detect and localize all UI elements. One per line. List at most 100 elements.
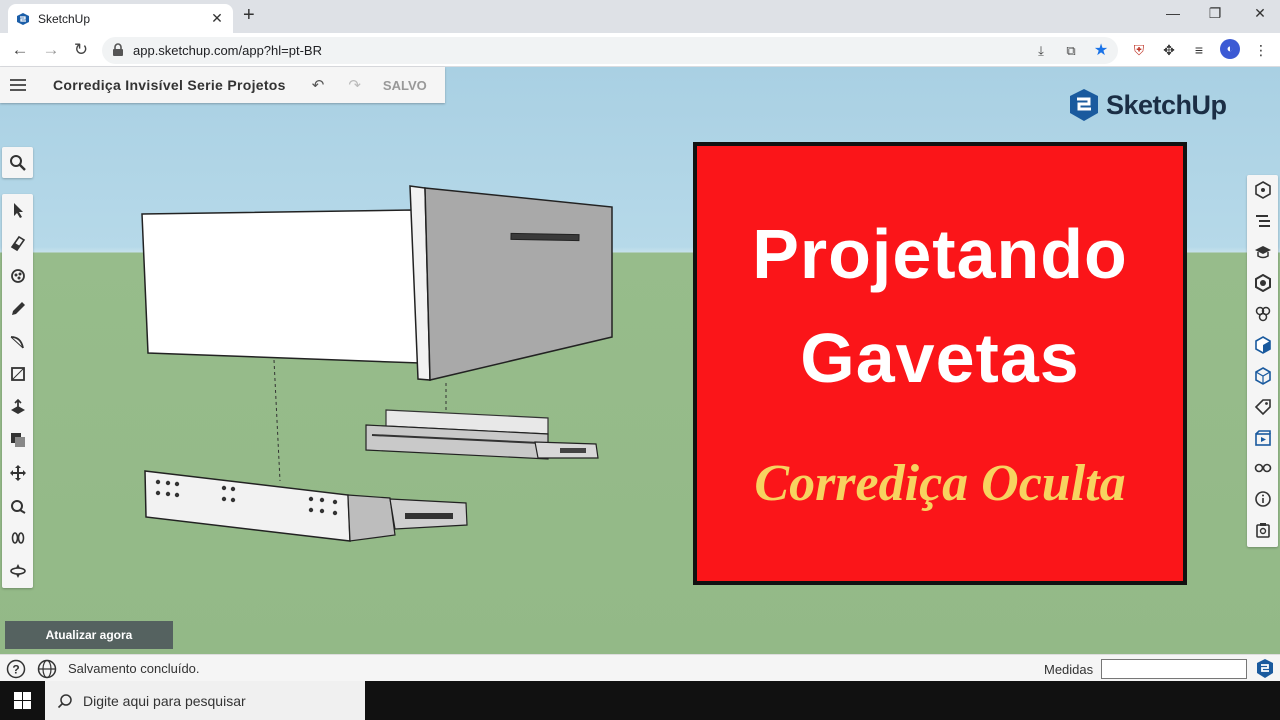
- sketchup-logo-text: SketchUp: [1106, 89, 1227, 120]
- orbit-icon: [9, 564, 26, 579]
- banner-subtitle: Corrediça Oculta: [754, 455, 1126, 512]
- rectangle-tool[interactable]: [2, 358, 33, 391]
- tape-measure-tool[interactable]: [2, 489, 33, 522]
- search-icon: [9, 154, 26, 171]
- browser-toolbar: ← → ↻ app.sketchup.com/app?hl=pt-BR ⤓ ⧉ …: [0, 33, 1280, 67]
- sketchup-favicon-icon: [17, 12, 29, 25]
- instructor-button[interactable]: [1247, 237, 1278, 268]
- browser-tab[interactable]: SketchUp ✕: [8, 4, 233, 33]
- walk-icon: [11, 532, 24, 545]
- scenes-button[interactable]: [1247, 422, 1278, 453]
- components-icon: [1254, 274, 1271, 293]
- tab-title: SketchUp: [38, 11, 91, 26]
- styles-icon: [1254, 335, 1271, 354]
- arc-icon: [10, 335, 24, 348]
- model-title[interactable]: Corrediça Invisível Serie Projetos: [53, 77, 286, 93]
- pencil-icon: [11, 301, 25, 315]
- eraser-tool[interactable]: [2, 227, 33, 260]
- reload-icon[interactable]: ↻: [70, 39, 92, 61]
- status-bar: ? Salvamento concluído. Medidas: [0, 654, 1280, 681]
- solid-inspector-button[interactable]: [1247, 515, 1278, 546]
- tab-close-icon[interactable]: ✕: [209, 10, 225, 27]
- extension-shield-icon[interactable]: ⛨: [1130, 41, 1148, 59]
- tape-measure-icon: [10, 499, 26, 514]
- pencil-tool[interactable]: [2, 292, 33, 325]
- offset-tool[interactable]: [2, 424, 33, 457]
- eraser-icon: [10, 236, 25, 252]
- drawer-side-panel: [141, 209, 421, 364]
- left-toolbar: [2, 194, 33, 588]
- entity-info-button[interactable]: [1247, 175, 1278, 206]
- push-pull-icon: [10, 399, 25, 415]
- title-banner: Projetando Gavetas Corrediça Oculta: [693, 142, 1187, 585]
- address-bar[interactable]: app.sketchup.com/app?hl=pt-BR ⤓ ⧉ ★: [102, 37, 1118, 64]
- entity-info-icon: [1254, 181, 1271, 200]
- banner-line-1: Projetando: [752, 215, 1128, 293]
- slide-rail-front: [144, 470, 351, 542]
- outliner-icon: [1255, 215, 1270, 228]
- help-icon[interactable]: ?: [6, 659, 26, 679]
- select-tool[interactable]: [2, 194, 33, 227]
- globe-icon[interactable]: [37, 659, 57, 679]
- solid-inspector-icon: [1255, 523, 1270, 539]
- back-icon[interactable]: ←: [9, 39, 31, 61]
- sketchup-logo: SketchUp: [1068, 88, 1227, 122]
- materials-button[interactable]: [1247, 299, 1278, 330]
- restore-icon[interactable]: ❐: [1195, 5, 1235, 22]
- measures-label: Medidas: [1044, 662, 1094, 677]
- measures-input[interactable]: [1101, 659, 1247, 679]
- forward-icon[interactable]: →: [40, 39, 62, 61]
- new-tab-icon[interactable]: +: [243, 4, 255, 27]
- search-button[interactable]: [2, 147, 33, 178]
- layers-icon: [1254, 366, 1271, 385]
- right-panel-toolbar: [1247, 175, 1278, 547]
- orbit-tool[interactable]: [2, 555, 33, 588]
- undo-icon[interactable]: ↶: [312, 76, 325, 94]
- taskbar-search-box[interactable]: Digite aqui para pesquisar: [45, 681, 365, 720]
- push-pull-tool[interactable]: [2, 391, 33, 424]
- components-button[interactable]: [1247, 268, 1278, 299]
- windows-taskbar: Digite aqui para pesquisar: [0, 681, 1280, 720]
- status-message: Salvamento concluído.: [68, 661, 200, 676]
- hamburger-menu-icon[interactable]: [0, 67, 36, 103]
- walk-tool[interactable]: [2, 522, 33, 555]
- arc-tool[interactable]: [2, 325, 33, 358]
- drawer-front-panel: [424, 187, 613, 381]
- about-button[interactable]: [1247, 484, 1278, 515]
- profile-avatar[interactable]: ◐: [1220, 39, 1240, 59]
- select-icon: [13, 203, 23, 219]
- install-app-icon[interactable]: ⤓: [1032, 42, 1050, 60]
- instructor-icon: [1254, 246, 1271, 259]
- outliner-button[interactable]: [1247, 206, 1278, 237]
- windows-logo-icon: [14, 692, 31, 709]
- bookmark-star-icon[interactable]: ★: [1092, 42, 1110, 60]
- materials-icon: [1255, 306, 1270, 322]
- styles-button[interactable]: [1247, 329, 1278, 360]
- redo-icon[interactable]: ↷: [348, 76, 361, 94]
- lock-icon: [113, 43, 123, 56]
- paint-bucket-icon: [10, 269, 25, 283]
- browser-tab-bar: SketchUp ✕ + — ❐ ✕: [0, 0, 1280, 33]
- display-button[interactable]: [1247, 453, 1278, 484]
- browser-menu-icon[interactable]: ⋮: [1252, 41, 1270, 59]
- guide-line: [273, 359, 281, 482]
- tags-button[interactable]: [1247, 391, 1278, 422]
- taskbar-search-placeholder: Digite aqui para pesquisar: [83, 692, 246, 709]
- tags-panel-button[interactable]: [1247, 360, 1278, 391]
- info-icon: [1254, 491, 1271, 508]
- extensions-puzzle-icon[interactable]: ✥: [1160, 41, 1178, 59]
- sketchup-status-icon: [1257, 659, 1273, 678]
- translate-icon[interactable]: ⧉: [1062, 42, 1080, 60]
- reading-list-icon[interactable]: ≡: [1190, 41, 1208, 59]
- paint-bucket-tool[interactable]: [2, 260, 33, 293]
- move-tool[interactable]: [2, 456, 33, 489]
- rectangle-icon: [10, 367, 25, 382]
- update-now-button[interactable]: Atualizar agora: [5, 621, 173, 649]
- sketchup-title-bar: Corrediça Invisível Serie Projetos ↶ ↷ S…: [0, 67, 445, 103]
- offset-icon: [10, 432, 25, 447]
- window-close-icon[interactable]: ✕: [1240, 5, 1280, 22]
- windows-start-button[interactable]: [0, 681, 45, 720]
- scenes-icon: [1254, 429, 1271, 446]
- minimize-icon[interactable]: —: [1153, 5, 1193, 21]
- glasses-icon: [1254, 464, 1271, 473]
